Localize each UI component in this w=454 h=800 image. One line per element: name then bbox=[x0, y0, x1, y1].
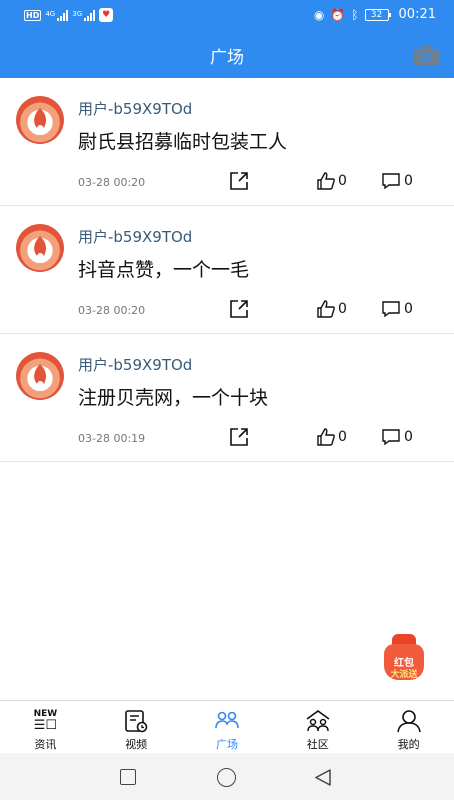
profile-icon bbox=[396, 710, 421, 733]
tab-label: 我的 bbox=[397, 738, 420, 751]
comment-count: 0 bbox=[404, 301, 413, 317]
status-left: HD 4G 3G ♥ bbox=[24, 8, 114, 22]
post-content[interactable]: 尉氏县招募临时包装工人 bbox=[78, 127, 287, 154]
alarm-icon: ⏰ bbox=[330, 7, 346, 22]
username[interactable]: 用户-b59X9TOd bbox=[78, 98, 192, 119]
comment-count: 0 bbox=[404, 429, 413, 445]
news-icon: NEW ☰☐ bbox=[33, 709, 58, 733]
avatar[interactable] bbox=[16, 224, 64, 272]
signal-icon: 3G bbox=[72, 9, 96, 21]
tab-video[interactable]: 视频 bbox=[91, 701, 182, 753]
signal-icon: 4G bbox=[45, 9, 69, 21]
comment-button[interactable]: 0 bbox=[381, 426, 413, 448]
square-people-icon bbox=[215, 711, 239, 729]
clock: 00:21 bbox=[398, 7, 436, 22]
page-title: 广场 bbox=[210, 48, 244, 68]
avatar[interactable] bbox=[16, 352, 64, 400]
status-bar: HD 4G 3G ♥ ◉ ⏰ ᛒ 32 00:21 bbox=[0, 0, 454, 32]
comment-button[interactable]: 0 bbox=[381, 170, 413, 192]
post-timestamp: 03-28 00:19 bbox=[78, 432, 146, 445]
post-timestamp: 03-28 00:20 bbox=[78, 176, 146, 189]
post-content[interactable]: 注册贝壳网，一个十块 bbox=[78, 383, 268, 410]
video-icon bbox=[125, 710, 148, 733]
like-count: 0 bbox=[338, 429, 347, 445]
comment-icon bbox=[382, 173, 400, 190]
tab-label: 广场 bbox=[215, 738, 238, 751]
tab-label: 社区 bbox=[306, 738, 329, 751]
like-button[interactable]: 0 bbox=[316, 426, 347, 448]
thumbs-up-icon bbox=[317, 428, 335, 446]
like-button[interactable]: 0 bbox=[316, 298, 347, 320]
camera-icon[interactable] bbox=[412, 44, 440, 66]
share-icon[interactable] bbox=[228, 426, 250, 448]
like-button[interactable]: 0 bbox=[316, 170, 347, 192]
tab-news[interactable]: NEW ☰☐ 资讯 bbox=[0, 701, 91, 753]
tab-label: 视频 bbox=[125, 738, 148, 751]
comment-count: 0 bbox=[404, 173, 413, 189]
thumbs-up-icon bbox=[317, 300, 335, 318]
bottom-tab-bar: NEW ☰☐ 资讯 视频 广场 社区 我的 bbox=[0, 700, 454, 753]
red-packet-sublabel: 大派送 bbox=[390, 670, 418, 680]
tab-square[interactable]: 广场 bbox=[182, 701, 273, 753]
hd-badge: HD bbox=[24, 9, 42, 21]
username[interactable]: 用户-b59X9TOd bbox=[78, 226, 192, 247]
post-card[interactable]: 用户-b59X9TOd 抖音点赞，一个一毛 03-28 00:20 0 0 bbox=[0, 206, 454, 334]
like-count: 0 bbox=[338, 173, 347, 189]
comment-button[interactable]: 0 bbox=[381, 298, 413, 320]
battery-icon: 32 bbox=[364, 8, 391, 21]
avatar[interactable] bbox=[16, 96, 64, 144]
like-count: 0 bbox=[338, 301, 347, 317]
tab-community[interactable]: 社区 bbox=[272, 701, 363, 753]
post-content[interactable]: 抖音点赞，一个一毛 bbox=[78, 255, 249, 282]
post-timestamp: 03-28 00:20 bbox=[78, 304, 146, 317]
tab-profile[interactable]: 我的 bbox=[363, 701, 454, 753]
thumbs-up-icon bbox=[317, 172, 335, 190]
back-icon[interactable] bbox=[314, 768, 332, 787]
tab-label: 资讯 bbox=[34, 738, 57, 751]
app-notification-icon: ♥ bbox=[99, 8, 114, 22]
post-feed: 用户-b59X9TOd 尉氏县招募临时包装工人 03-28 00:20 0 0 … bbox=[0, 78, 454, 462]
community-icon bbox=[306, 710, 330, 732]
recent-apps-icon[interactable] bbox=[120, 769, 136, 785]
status-right: ◉ ⏰ ᛒ 32 00:21 bbox=[314, 7, 436, 22]
post-card[interactable]: 用户-b59X9TOd 尉氏县招募临时包装工人 03-28 00:20 0 0 bbox=[0, 78, 454, 206]
comment-icon bbox=[382, 429, 400, 446]
home-icon[interactable] bbox=[217, 768, 236, 787]
eye-icon: ◉ bbox=[313, 7, 325, 22]
header: 广场 bbox=[0, 32, 454, 78]
red-packet-button[interactable]: 红包 大派送 bbox=[382, 634, 426, 682]
username[interactable]: 用户-b59X9TOd bbox=[78, 354, 192, 375]
share-icon[interactable] bbox=[228, 170, 250, 192]
share-icon[interactable] bbox=[228, 298, 250, 320]
bluetooth-icon: ᛒ bbox=[351, 7, 359, 22]
comment-icon bbox=[382, 301, 400, 318]
post-card[interactable]: 用户-b59X9TOd 注册贝壳网，一个十块 03-28 00:19 0 0 bbox=[0, 334, 454, 462]
system-nav-bar bbox=[0, 753, 454, 800]
